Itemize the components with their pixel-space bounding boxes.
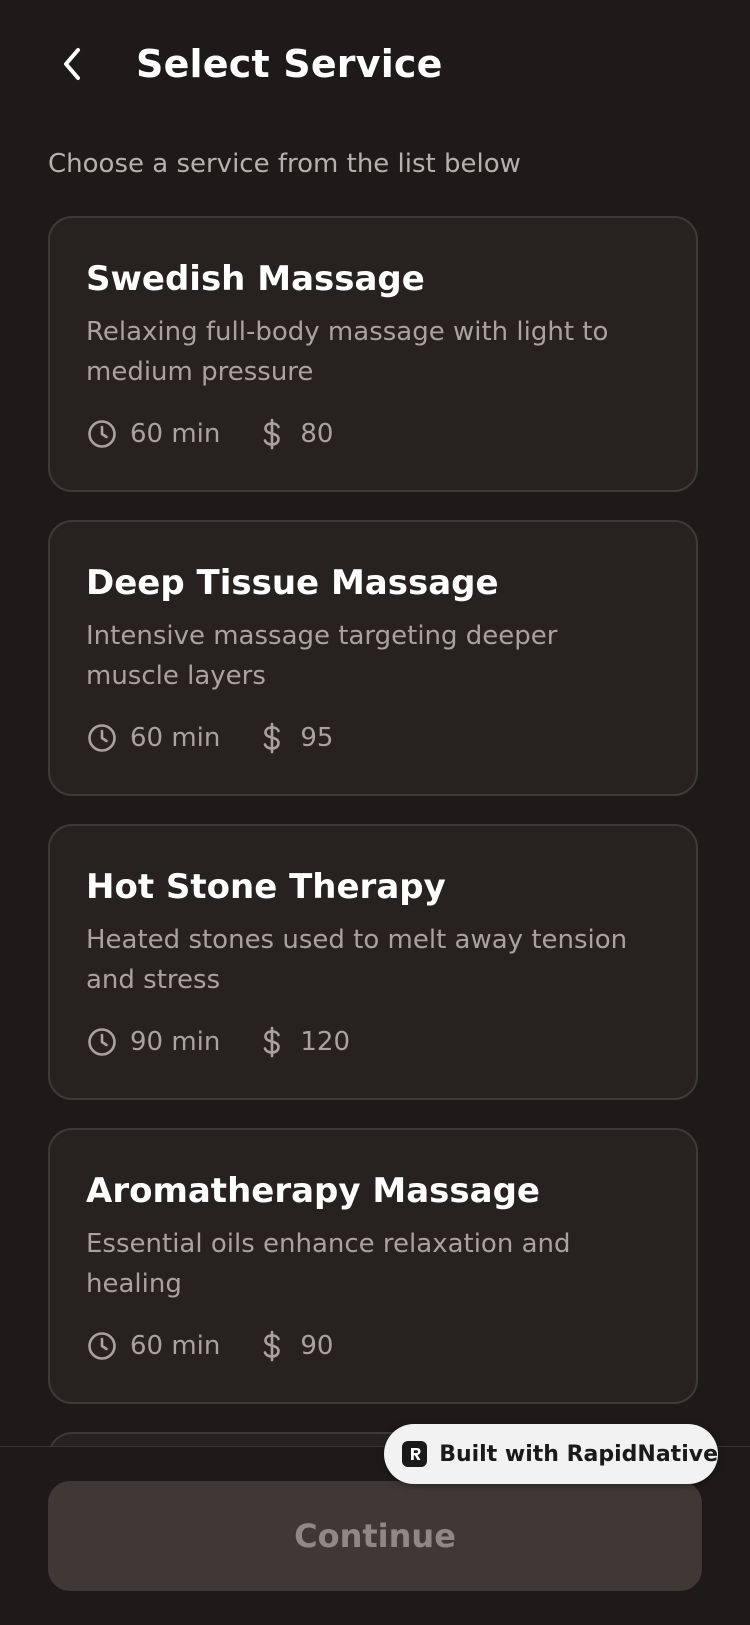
service-description: Intensive massage targeting deeper muscl… xyxy=(86,621,558,691)
service-description: Relaxing full-body massage with light to… xyxy=(86,317,609,387)
page-title: Select Service xyxy=(136,42,443,86)
duration: 60 min xyxy=(86,722,220,754)
header: Select Service xyxy=(0,0,750,128)
service-card-hot-stone-therapy[interactable]: Hot Stone Therapy Heated stones used to … xyxy=(48,824,698,1100)
service-description: Heated stones used to melt away tension … xyxy=(86,925,628,995)
clock-icon xyxy=(86,418,118,450)
price: 95 xyxy=(256,722,333,754)
page-subtitle: Choose a service from the list below xyxy=(48,149,521,179)
price-text: 90 xyxy=(300,1331,334,1361)
service-name: Hot Stone Therapy xyxy=(86,867,446,907)
duration-text: 60 min xyxy=(130,419,221,449)
service-card-deep-tissue-massage[interactable]: Deep Tissue Massage Intensive massage ta… xyxy=(48,520,698,796)
price: 90 xyxy=(256,1330,333,1362)
price-text: 95 xyxy=(300,723,334,753)
rapidnative-logo-icon xyxy=(402,1441,428,1467)
dollar-icon xyxy=(256,1330,288,1362)
back-button[interactable] xyxy=(48,36,96,92)
price-text: 80 xyxy=(300,419,334,449)
service-card-swedish-massage[interactable]: Swedish Massage Relaxing full-body massa… xyxy=(48,216,698,492)
built-with-badge[interactable]: Built with RapidNative xyxy=(384,1424,718,1484)
service-name: Swedish Massage xyxy=(86,259,425,299)
dollar-icon xyxy=(256,418,288,450)
clock-icon xyxy=(86,722,118,754)
clock-icon xyxy=(86,1330,118,1362)
continue-button[interactable]: Continue xyxy=(48,1481,702,1591)
service-meta: 60 min 80 xyxy=(86,414,333,454)
price: 120 xyxy=(256,1026,350,1058)
dollar-icon xyxy=(256,722,288,754)
service-meta: 60 min 90 xyxy=(86,1326,333,1366)
service-card-aromatherapy-massage[interactable]: Aromatherapy Massage Essential oils enha… xyxy=(48,1128,698,1404)
duration: 60 min xyxy=(86,418,220,450)
clock-icon xyxy=(86,1026,118,1058)
service-description: Essential oils enhance relaxation and he… xyxy=(86,1229,571,1299)
duration-text: 60 min xyxy=(130,723,221,753)
service-meta: 90 min 120 xyxy=(86,1022,350,1062)
dollar-icon xyxy=(256,1026,288,1058)
service-name: Deep Tissue Massage xyxy=(86,563,499,603)
duration-text: 90 min xyxy=(130,1027,221,1057)
duration: 90 min xyxy=(86,1026,220,1058)
price-text: 120 xyxy=(300,1027,351,1057)
service-meta: 60 min 95 xyxy=(86,718,333,758)
duration-text: 60 min xyxy=(130,1331,221,1361)
duration: 60 min xyxy=(86,1330,220,1362)
service-name: Aromatherapy Massage xyxy=(86,1171,540,1211)
price: 80 xyxy=(256,418,333,450)
badge-label: Built with RapidNative xyxy=(439,1441,718,1467)
chevron-left-icon xyxy=(64,48,80,80)
